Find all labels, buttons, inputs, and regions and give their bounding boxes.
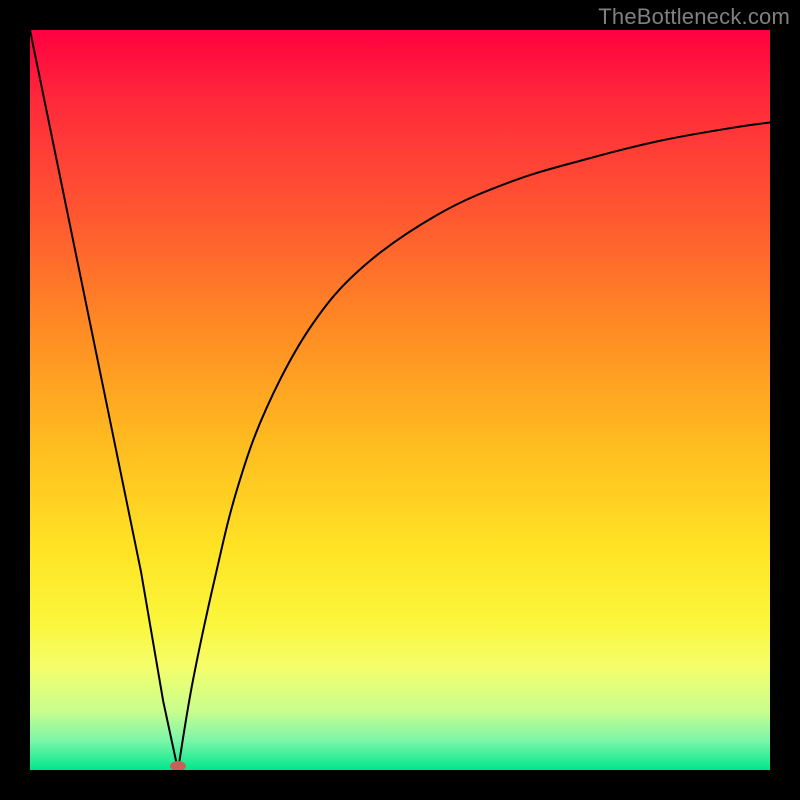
curve-left-descent bbox=[30, 30, 178, 770]
notch-marker bbox=[170, 761, 186, 770]
plot-area bbox=[30, 30, 770, 770]
chart-frame: TheBottleneck.com bbox=[0, 0, 800, 800]
watermark-text: TheBottleneck.com bbox=[598, 4, 790, 30]
curve-right-rise bbox=[178, 123, 770, 771]
bottleneck-curve bbox=[30, 30, 770, 770]
